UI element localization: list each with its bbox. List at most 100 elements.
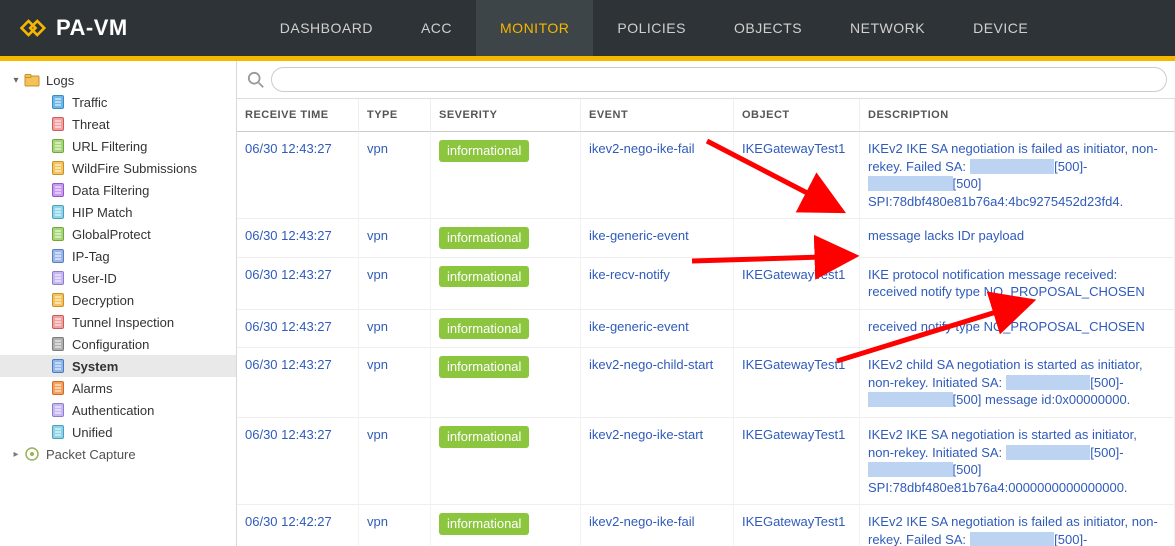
nav-dashboard[interactable]: DASHBOARD: [256, 0, 397, 56]
cell-type: vpn: [359, 310, 431, 349]
sidebar-item-decryption[interactable]: Decryption: [0, 289, 236, 311]
cell-event: ikev2-nego-child-start: [581, 348, 734, 418]
sidebar-item-label: System: [72, 359, 118, 374]
sidebar-item-label: Data Filtering: [72, 183, 149, 198]
cell-time: 06/30 12:43:27: [237, 258, 359, 310]
cell-severity: informational: [431, 219, 581, 258]
nav-network[interactable]: NETWORK: [826, 0, 949, 56]
sidebar-item-label: IP-Tag: [72, 249, 110, 264]
brand-name: PA-VM: [56, 15, 128, 41]
cell-object: IKEGatewayTest1: [734, 348, 860, 418]
cell-type: vpn: [359, 219, 431, 258]
sidebar-item-configuration[interactable]: Configuration: [0, 333, 236, 355]
cell-event: ike-recv-notify: [581, 258, 734, 310]
sidebar-item-label: Configuration: [72, 337, 149, 352]
severity-badge: informational: [439, 513, 529, 535]
col-description[interactable]: DESCRIPTION: [860, 99, 1175, 132]
search-icon[interactable]: [245, 69, 267, 91]
chevron-down-icon[interactable]: ▾: [10, 74, 22, 86]
nav-device[interactable]: DEVICE: [949, 0, 1052, 56]
nav-policies[interactable]: POLICIES: [593, 0, 710, 56]
sidebar-group-label: Logs: [46, 73, 74, 88]
doc-icon: [50, 204, 66, 220]
cell-type: vpn: [359, 348, 431, 418]
sidebar-item-label: Authentication: [72, 403, 154, 418]
sidebar-item-label: Unified: [72, 425, 112, 440]
cell-type: vpn: [359, 132, 431, 219]
cell-description: IKEv2 child SA negotiation is started as…: [860, 348, 1175, 418]
cell-description: received notify type NO_PROPOSAL_CHOSEN: [860, 310, 1175, 349]
sidebar-group-label: Packet Capture: [46, 447, 136, 462]
cell-description: IKEv2 IKE SA negotiation is failed as in…: [860, 505, 1175, 546]
nav-objects[interactable]: OBJECTS: [710, 0, 826, 56]
cell-description: IKE protocol notification message receiv…: [860, 258, 1175, 310]
sidebar-item-globalprotect[interactable]: GlobalProtect: [0, 223, 236, 245]
cell-object: IKEGatewayTest1: [734, 258, 860, 310]
cell-type: vpn: [359, 258, 431, 310]
cell-description: IKEv2 IKE SA negotiation is started as i…: [860, 418, 1175, 505]
log-table: RECEIVE TIMETYPESEVERITYEVENTOBJECTDESCR…: [237, 99, 1175, 546]
severity-badge: informational: [439, 227, 529, 249]
sidebar-item-traffic[interactable]: Traffic: [0, 91, 236, 113]
sidebar-group-packet-capture[interactable]: ▸ Packet Capture: [0, 443, 236, 465]
main-nav: DASHBOARDACCMONITORPOLICIESOBJECTSNETWOR…: [256, 0, 1052, 56]
cell-event: ike-generic-event: [581, 219, 734, 258]
sidebar-item-alarms[interactable]: Alarms: [0, 377, 236, 399]
doc-icon: [50, 292, 66, 308]
col-type[interactable]: TYPE: [359, 99, 431, 132]
sidebar-item-system[interactable]: System: [0, 355, 236, 377]
severity-badge: informational: [439, 140, 529, 162]
nav-monitor[interactable]: MONITOR: [476, 0, 593, 56]
cell-type: vpn: [359, 505, 431, 546]
sidebar-item-label: User-ID: [72, 271, 117, 286]
nav-acc[interactable]: ACC: [397, 0, 476, 56]
doc-icon: [50, 160, 66, 176]
doc-icon: [50, 116, 66, 132]
sidebar-item-data-filtering[interactable]: Data Filtering: [0, 179, 236, 201]
chevron-right-icon[interactable]: ▸: [10, 448, 22, 460]
cell-severity: informational: [431, 348, 581, 418]
severity-badge: informational: [439, 426, 529, 448]
sidebar-item-hip-match[interactable]: HIP Match: [0, 201, 236, 223]
sidebar-item-label: HIP Match: [72, 205, 132, 220]
sidebar-item-label: Threat: [72, 117, 110, 132]
cell-object: [734, 310, 860, 349]
sidebar-item-label: Tunnel Inspection: [72, 315, 174, 330]
severity-badge: informational: [439, 356, 529, 378]
sidebar-item-threat[interactable]: Threat: [0, 113, 236, 135]
col-object[interactable]: OBJECT: [734, 99, 860, 132]
sidebar-item-tunnel-inspection[interactable]: Tunnel Inspection: [0, 311, 236, 333]
cell-time: 06/30 12:43:27: [237, 348, 359, 418]
sidebar-item-ip-tag[interactable]: IP-Tag: [0, 245, 236, 267]
severity-badge: informational: [439, 266, 529, 288]
sidebar-item-label: URL Filtering: [72, 139, 147, 154]
cell-time: 06/30 12:43:27: [237, 132, 359, 219]
doc-icon: [50, 270, 66, 286]
sidebar-item-user-id[interactable]: User-ID: [0, 267, 236, 289]
col-severity[interactable]: SEVERITY: [431, 99, 581, 132]
sidebar: ▾ Logs Traffic Threat URL Filtering WildFir…: [0, 61, 237, 546]
cell-severity: informational: [431, 258, 581, 310]
doc-icon: [50, 226, 66, 242]
content-pane: RECEIVE TIMETYPESEVERITYEVENTOBJECTDESCR…: [237, 61, 1175, 546]
cell-event: ike-generic-event: [581, 310, 734, 349]
sidebar-item-unified[interactable]: Unified: [0, 421, 236, 443]
cell-severity: informational: [431, 132, 581, 219]
cell-time: 06/30 12:43:27: [237, 219, 359, 258]
col-event[interactable]: EVENT: [581, 99, 734, 132]
search-input[interactable]: [271, 67, 1167, 92]
doc-icon: [50, 182, 66, 198]
doc-icon: [50, 358, 66, 374]
sidebar-item-authentication[interactable]: Authentication: [0, 399, 236, 421]
cell-time: 06/30 12:43:27: [237, 418, 359, 505]
doc-icon: [50, 380, 66, 396]
brand-icon: [18, 14, 46, 42]
sidebar-item-wildfire-submissions[interactable]: WildFire Submissions: [0, 157, 236, 179]
col-receive_time[interactable]: RECEIVE TIME: [237, 99, 359, 132]
cell-description: IKEv2 IKE SA negotiation is failed as in…: [860, 132, 1175, 219]
sidebar-group-logs[interactable]: ▾ Logs: [0, 69, 236, 91]
cell-object: IKEGatewayTest1: [734, 505, 860, 546]
sidebar-item-url-filtering[interactable]: URL Filtering: [0, 135, 236, 157]
cell-object: [734, 219, 860, 258]
logs-folder-icon: [24, 72, 40, 88]
